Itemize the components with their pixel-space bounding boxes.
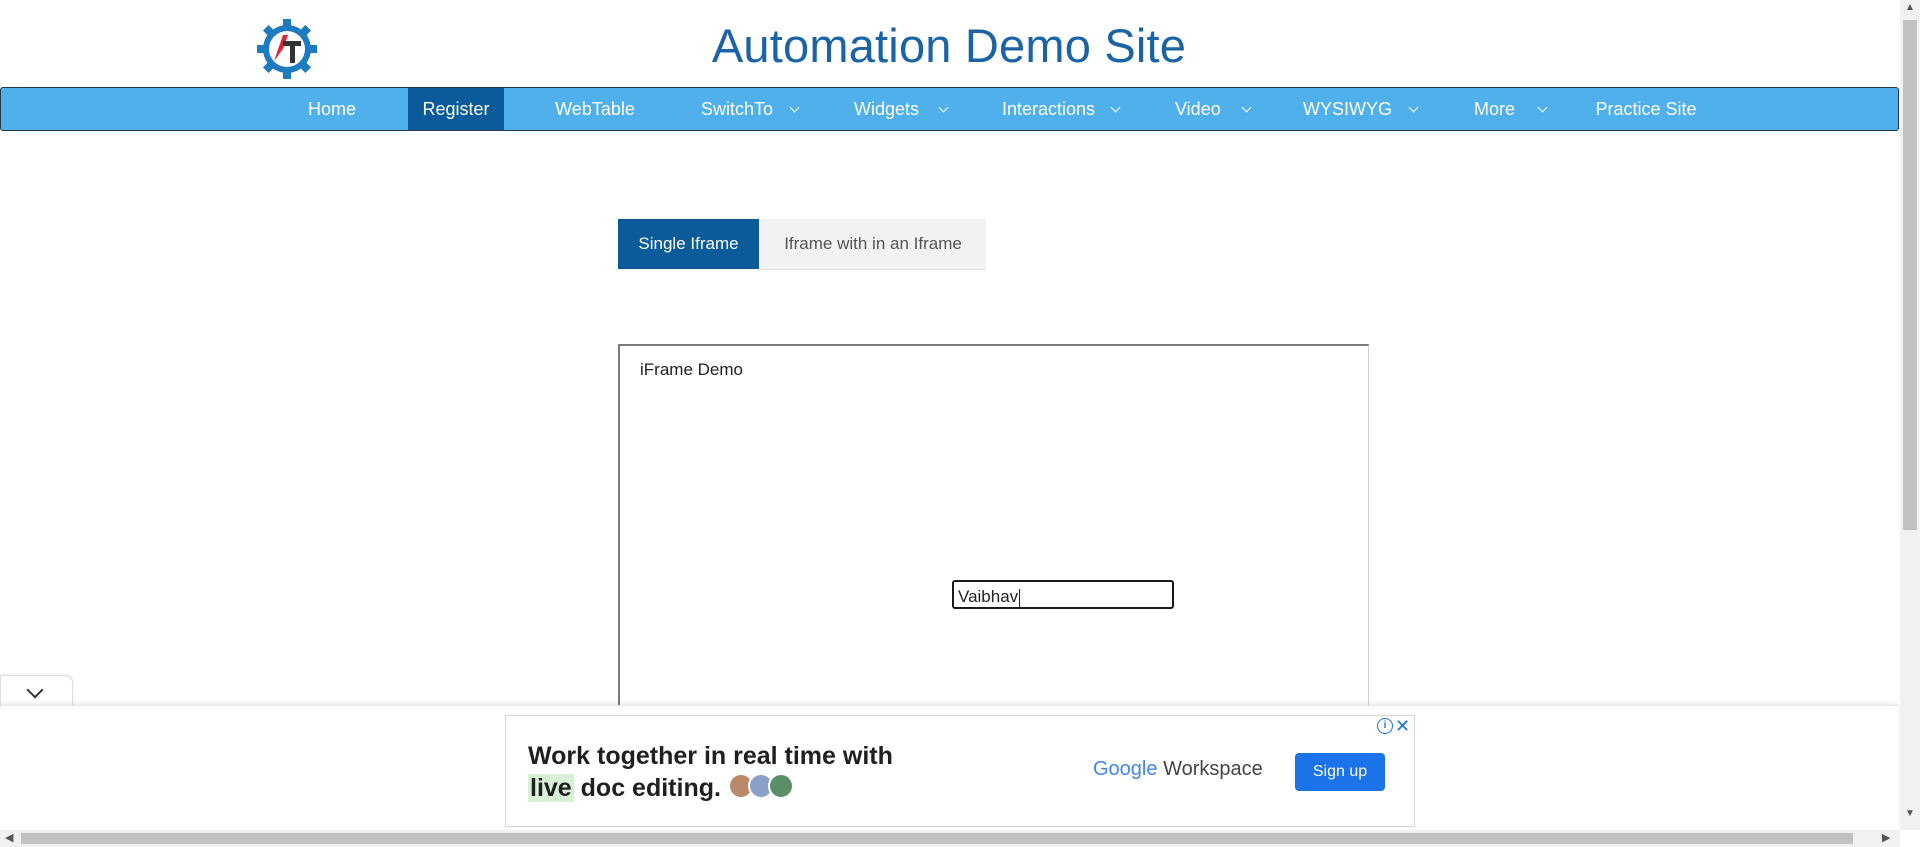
- close-icon[interactable]: ✕: [1395, 716, 1410, 737]
- iframe-title: iFrame Demo: [640, 360, 743, 379]
- nav-home[interactable]: Home: [290, 88, 374, 130]
- chevron-down-icon: [1241, 102, 1252, 113]
- nav-label: More: [1474, 99, 1516, 119]
- chevron-down-icon: [789, 102, 800, 113]
- scroll-right-icon[interactable]: ▶: [1882, 831, 1890, 844]
- ad-headline-line1: Work together in real time with: [528, 742, 893, 770]
- scroll-left-icon[interactable]: ◀: [5, 831, 13, 844]
- nav-webtable[interactable]: WebTable: [542, 88, 648, 130]
- nav-wysiwyg[interactable]: WYSIWYG: [1290, 88, 1423, 130]
- tab-nested-iframe[interactable]: Iframe with in an Iframe: [760, 219, 986, 270]
- nav-label: Video: [1175, 99, 1221, 119]
- nav-label: WebTable: [555, 99, 635, 119]
- brand-workspace: Workspace: [1163, 758, 1263, 780]
- nav-switchto[interactable]: SwitchTo: [687, 88, 801, 130]
- nav-label: SwitchTo: [701, 99, 774, 119]
- horizontal-scroll-thumb[interactable]: [21, 833, 1853, 844]
- nav-label: Widgets: [854, 99, 920, 119]
- nav-register[interactable]: Register: [408, 88, 504, 130]
- horizontal-scrollbar[interactable]: ◀ ▶: [0, 830, 1900, 847]
- text-caret: [1019, 588, 1021, 607]
- page-title: Automation Demo Site: [711, 19, 1187, 72]
- scroll-up-icon[interactable]: ▲: [1905, 2, 1915, 13]
- ad-highlight: live: [528, 774, 574, 803]
- nav-label: Home: [307, 99, 356, 119]
- nav-label: Practice Site: [1595, 99, 1697, 119]
- nav-label: Register: [422, 99, 490, 119]
- chevron-down-icon: [938, 102, 949, 113]
- google-workspace-logo: Google Workspace: [1093, 758, 1263, 781]
- nav-label: Interactions: [1002, 99, 1096, 119]
- vertical-scroll-thumb[interactable]: [1903, 20, 1917, 530]
- chevron-down-icon: [26, 681, 44, 699]
- avatar: [767, 773, 794, 799]
- nav-widgets[interactable]: Widgets: [841, 88, 954, 130]
- ad-info-icon[interactable]: i: [1377, 718, 1393, 734]
- tab-single-iframe[interactable]: Single Iframe: [618, 219, 759, 269]
- brand-google: Google: [1093, 758, 1158, 780]
- chevron-down-icon: [1537, 102, 1548, 113]
- input-value: Vaibhav: [958, 587, 1019, 606]
- avatar-group: [727, 773, 794, 806]
- chevron-down-icon: [1110, 102, 1121, 113]
- iframe-text-input[interactable]: Vaibhav: [952, 580, 1174, 609]
- ad-headline-line2: live doc editing.: [528, 773, 794, 806]
- main-nav: Home Register WebTable SwitchTo Widgets …: [0, 87, 1899, 131]
- ad-collapse-button[interactable]: [0, 675, 73, 708]
- signup-button[interactable]: Sign up: [1295, 753, 1385, 791]
- nav-interactions[interactable]: Interactions: [987, 88, 1142, 130]
- chevron-down-icon: [1408, 102, 1419, 113]
- iframe-frame: iFrame Demo Vaibhav: [618, 344, 1369, 718]
- vertical-scrollbar[interactable]: ▲ ▼: [1900, 0, 1920, 830]
- scroll-down-icon[interactable]: ▼: [1905, 808, 1915, 819]
- nav-video[interactable]: Video: [1161, 88, 1255, 130]
- ad-banner[interactable]: Work together in real time with live doc…: [505, 715, 1415, 827]
- nav-practice-site[interactable]: Practice Site: [1581, 88, 1711, 130]
- nav-label: WYSIWYG: [1303, 99, 1392, 119]
- ad-headline-rest: doc editing.: [580, 774, 721, 803]
- nav-more[interactable]: More: [1460, 88, 1554, 130]
